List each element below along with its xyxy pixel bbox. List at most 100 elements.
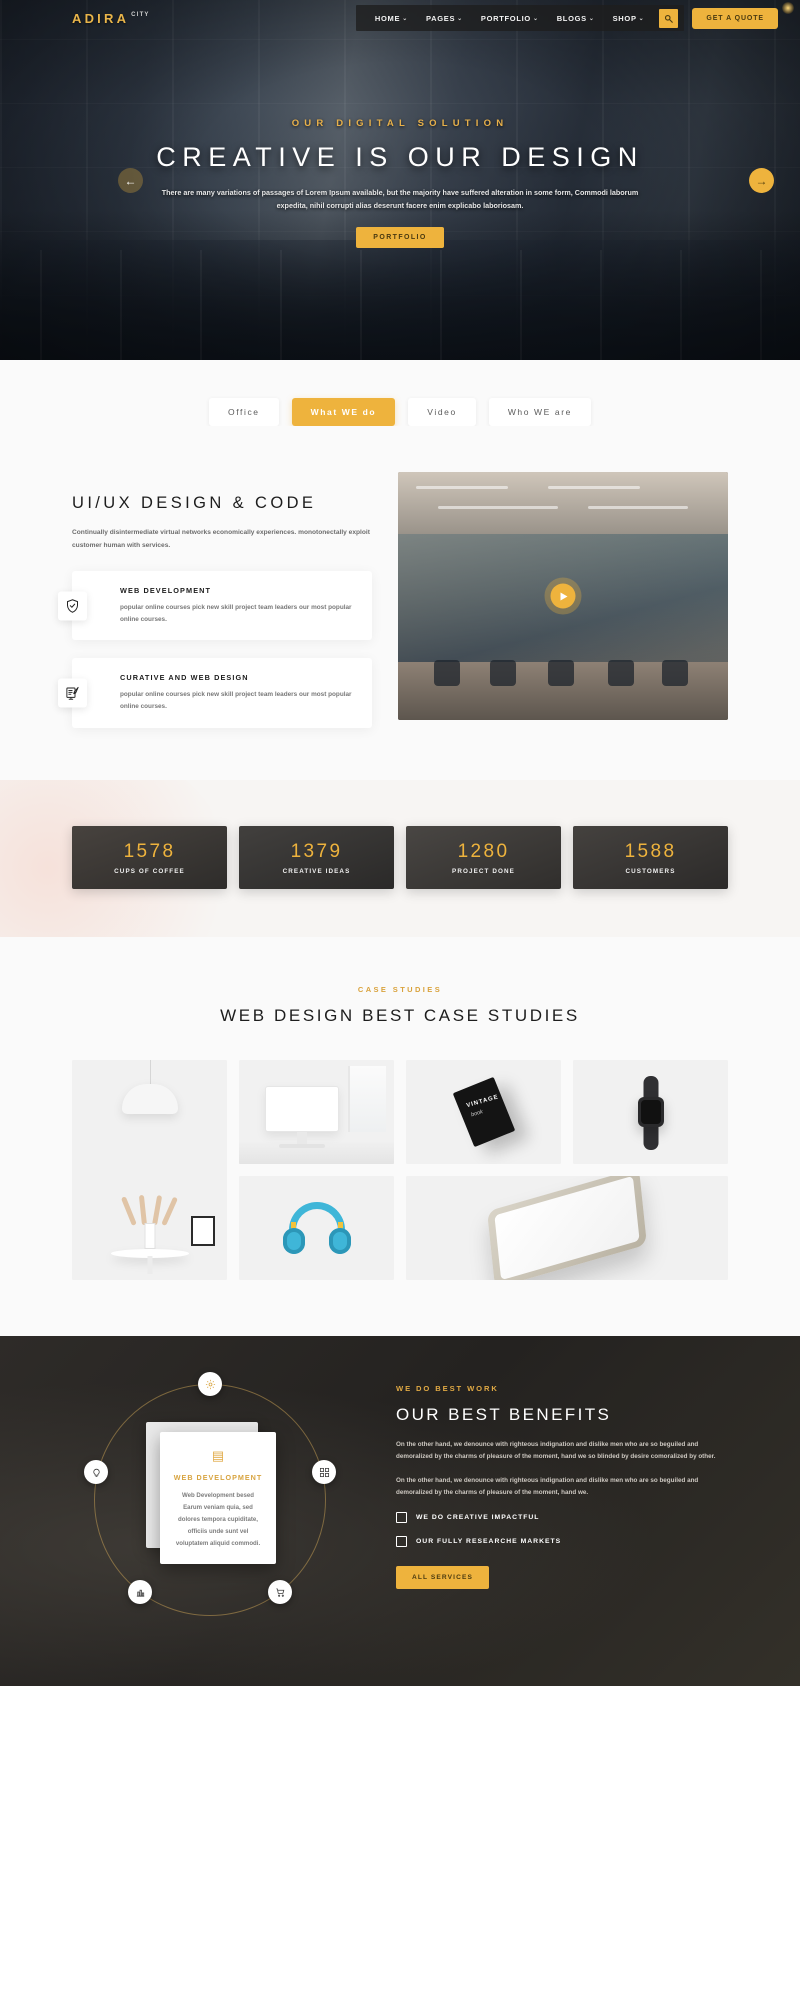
- feature-card-title: WEB DEVELOPMENT: [120, 585, 212, 595]
- web-development-card-title: WEB DEVELOPMENT: [173, 1473, 263, 1483]
- uiux-title: UI/UX DESIGN & CODE: [72, 494, 317, 512]
- ceiling-decor: [398, 472, 728, 534]
- design-pen-icon: [58, 678, 87, 708]
- checkbox-icon[interactable]: [396, 1512, 407, 1524]
- benefits-section: ▤ WEB DEVELOPMENT Web Development besed …: [0, 1336, 800, 1687]
- stat-label: CREATIVE IDEAS: [282, 867, 351, 875]
- book-sub-text: book: [470, 1109, 484, 1119]
- video-thumbnail[interactable]: [398, 472, 728, 720]
- tab-who-we-are[interactable]: Who WE are: [488, 398, 591, 426]
- nav-label: PORTFOLIO: [480, 13, 531, 23]
- pampas-decor: [120, 1181, 178, 1227]
- watch-decor: [637, 1097, 664, 1128]
- case-studies-title: WEB DESIGN BEST CASE STUDIES: [220, 1006, 580, 1026]
- imac-screen-decor: [265, 1086, 339, 1133]
- logo-subtext: CITY: [131, 11, 150, 18]
- uiux-description: Continually disintermediate virtual netw…: [72, 529, 370, 549]
- feature-card-title: CURATIVE AND WEB DESIGN: [120, 673, 249, 683]
- chart-node-icon[interactable]: [128, 1580, 152, 1605]
- web-development-card[interactable]: ▤ WEB DEVELOPMENT Web Development besed …: [160, 1432, 276, 1565]
- nav-label: HOME: [374, 13, 401, 23]
- vase-decor: [144, 1223, 155, 1250]
- web-development-card-text: Web Development besed Earum veniam quia,…: [175, 1492, 261, 1547]
- benefits-paragraph-2: On the other hand, we denounce with righ…: [396, 1476, 699, 1496]
- stat-card-cups-of-coffee: 1578 CUPS OF COFFEE: [72, 826, 227, 890]
- book-title-text: VINTAGE: [465, 1094, 499, 1110]
- nav-label: SHOP: [612, 13, 637, 23]
- slider-prev-arrow[interactable]: ←: [118, 168, 143, 193]
- stats-section: 1578 CUPS OF COFFEE 1379 CREATIVE IDEAS …: [0, 780, 800, 938]
- case-studies-section: CASE STUDIES WEB DESIGN BEST CASE STUDIE…: [0, 937, 800, 1337]
- chevron-down-icon: ⌄: [638, 15, 645, 22]
- tab-office[interactable]: Office: [208, 398, 279, 426]
- play-button[interactable]: [550, 583, 576, 609]
- portfolio-item-lamp-vase[interactable]: [72, 1060, 227, 1281]
- phone-decor: [487, 1176, 647, 1281]
- feature-card-text: popular online courses pick new skill pr…: [120, 603, 352, 623]
- portfolio-item-imac-desk[interactable]: [239, 1060, 394, 1165]
- feature-card-curative-web-design[interactable]: CURATIVE AND WEB DESIGN popular online c…: [58, 658, 372, 729]
- bulb-node-icon[interactable]: [84, 1460, 108, 1485]
- benefits-diagram: ▤ WEB DEVELOPMENT Web Development besed …: [72, 1372, 378, 1646]
- nav-item-shop[interactable]: SHOP ⌄: [604, 14, 654, 23]
- portfolio-item-smartphone[interactable]: [406, 1176, 728, 1281]
- portfolio-item-headphones[interactable]: [239, 1176, 394, 1281]
- benefit-check-row-2[interactable]: OUR FULLY RESEARCHE MARKETS: [396, 1536, 728, 1548]
- chevron-down-icon: ⌄: [402, 15, 408, 22]
- uiux-section: UI/UX DESIGN & CODE Continually disinter…: [0, 426, 800, 781]
- hero-eyebrow: OUR DIGITAL SOLUTION: [291, 118, 509, 129]
- stat-card-project-done: 1280 PROJECT DONE: [406, 826, 561, 890]
- benefit-check-label: WE DO CREATIVE IMPACTFUL: [416, 1514, 540, 1522]
- hero-section: ADIRA CITY HOME ⌄ PAGES ⌄ PORTFOLIO ⌄ BL…: [0, 0, 800, 360]
- lamp-shade-decor: [121, 1084, 178, 1115]
- benefit-check-row-1[interactable]: WE DO CREATIVE IMPACTFUL: [396, 1512, 728, 1524]
- all-services-button[interactable]: ALL SERVICES: [396, 1566, 489, 1590]
- portfolio-item-smart-watch[interactable]: [573, 1060, 728, 1165]
- logo-text: ADIRA: [72, 10, 130, 26]
- get-a-quote-button[interactable]: GET A QUOTE: [692, 7, 778, 29]
- stat-card-creative-ideas: 1379 CREATIVE IDEAS: [239, 826, 394, 890]
- hero-portfolio-button[interactable]: PORTFOLIO: [356, 226, 444, 248]
- portfolio-item-vintage-book[interactable]: VINTAGE book: [406, 1060, 561, 1165]
- portfolio-grid: VINTAGE book: [72, 1060, 728, 1281]
- hero-paragraph: There are many variations of passages of…: [161, 188, 639, 211]
- search-button[interactable]: [659, 8, 679, 28]
- nav-item-portfolio[interactable]: PORTFOLIO ⌄: [472, 14, 548, 23]
- landing-page: ADIRA CITY HOME ⌄ PAGES ⌄ PORTFOLIO ⌄ BL…: [0, 0, 800, 2005]
- play-icon: [560, 592, 568, 600]
- checkbox-icon[interactable]: [396, 1536, 407, 1548]
- feature-card-web-development[interactable]: WEB DEVELOPMENT popular online courses p…: [58, 570, 372, 641]
- uiux-video-column: [398, 472, 728, 728]
- chevron-down-icon: ⌄: [532, 15, 539, 22]
- benefits-text-column: WE DO BEST WORK OUR BEST BENEFITS On the…: [378, 1376, 728, 1646]
- benefits-paragraph-1: On the other hand, we denounce with righ…: [396, 1441, 716, 1461]
- stats-row: 1578 CUPS OF COFFEE 1379 CREATIVE IDEAS …: [72, 826, 728, 890]
- stat-number: 1379: [290, 840, 343, 862]
- nav-item-blogs[interactable]: BLOGS ⌄: [548, 14, 604, 23]
- nav-label: BLOGS: [556, 13, 587, 23]
- site-logo[interactable]: ADIRA CITY: [72, 11, 150, 26]
- uiux-text-column: UI/UX DESIGN & CODE Continually disinter…: [58, 472, 372, 729]
- stat-number: 1280: [457, 840, 510, 862]
- slider-next-arrow[interactable]: →: [749, 168, 774, 193]
- tab-video[interactable]: Video: [408, 398, 476, 426]
- tab-what-we-do[interactable]: What WE do: [291, 398, 396, 426]
- book-decor: VINTAGE book: [452, 1076, 515, 1148]
- stat-card-customers: 1588 CUSTOMERS: [573, 826, 728, 890]
- grid-node-icon[interactable]: [312, 1460, 336, 1485]
- window-decor: [348, 1066, 386, 1133]
- case-studies-eyebrow: CASE STUDIES: [357, 985, 443, 995]
- gear-node-icon[interactable]: [198, 1372, 222, 1397]
- stat-number: 1578: [123, 840, 176, 862]
- tab-list: Office What WE do Video Who WE are: [0, 398, 800, 426]
- cart-node-icon[interactable]: [268, 1580, 292, 1605]
- chevron-down-icon: ⌄: [588, 15, 595, 22]
- nav-item-home[interactable]: HOME ⌄: [366, 14, 417, 23]
- site-header: ADIRA CITY HOME ⌄ PAGES ⌄ PORTFOLIO ⌄ BL…: [0, 0, 800, 36]
- stat-number: 1588: [624, 840, 677, 862]
- nav-item-pages[interactable]: PAGES ⌄: [417, 14, 472, 23]
- hero-content: OUR DIGITAL SOLUTION CREATIVE IS OUR DES…: [0, 0, 800, 248]
- tabs-section: Office What WE do Video Who WE are: [0, 360, 800, 426]
- nav-label: PAGES: [425, 13, 456, 23]
- stat-label: CUPS OF COFFEE: [114, 867, 185, 875]
